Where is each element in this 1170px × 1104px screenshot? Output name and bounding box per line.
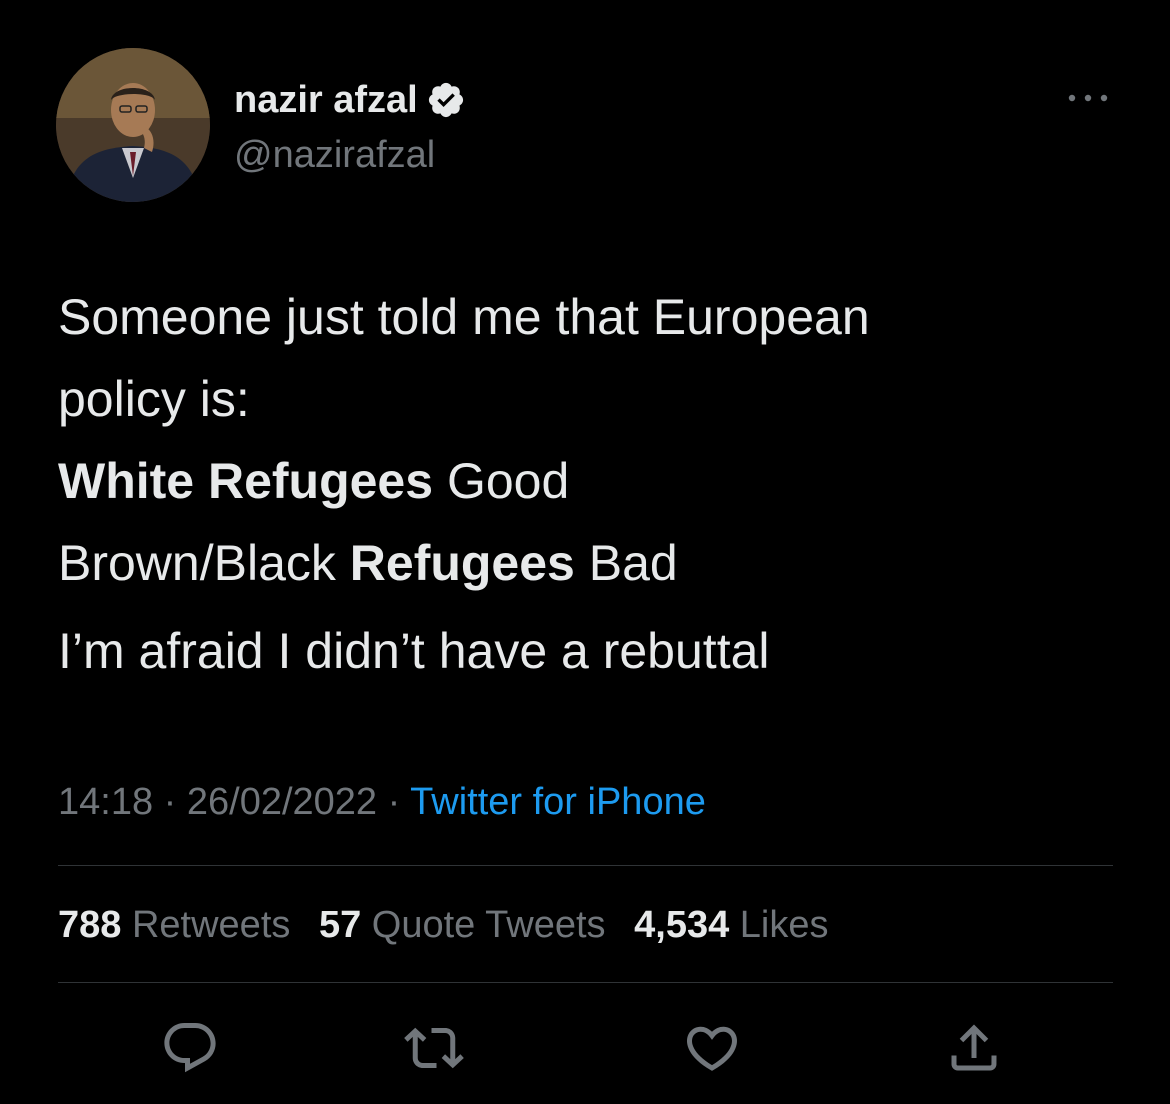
avatar-photo (56, 48, 210, 202)
tweet-line: policy is: (58, 358, 1118, 440)
likes-label: Likes (739, 904, 829, 946)
divider (58, 982, 1113, 983)
tweet-text-run: Brown/Black (58, 535, 350, 591)
tweet-line: I’m afraid I didn’t have a rebuttal (58, 610, 1118, 692)
tweet-text-run: I’m afraid I didn’t have a rebuttal (58, 623, 770, 679)
reply-icon (164, 1023, 216, 1073)
verified-badge-icon (426, 80, 466, 120)
avatar[interactable] (56, 48, 210, 202)
meta-separator: · (153, 781, 187, 823)
tweet-text-bold: Refugees (349, 535, 575, 591)
tweet-text: Someone just told me that European polic… (58, 276, 1118, 692)
handle[interactable]: @nazirafzal (234, 131, 435, 179)
tweet-text-bold: White Refugees (58, 453, 434, 509)
divider (58, 865, 1113, 866)
quote-tweets-stat[interactable]: 57 Quote Tweets (319, 904, 606, 946)
retweet-button[interactable] (404, 1018, 464, 1078)
share-icon (951, 1024, 997, 1071)
share-button[interactable] (944, 1018, 1004, 1078)
retweets-count: 788 (58, 904, 122, 946)
like-button[interactable] (682, 1018, 742, 1078)
retweets-stat[interactable]: 788 Retweets (58, 904, 290, 946)
like-icon (686, 1026, 738, 1071)
tweet-stats: 788 Retweets 57 Quote Tweets 4,534 Likes (58, 898, 847, 952)
likes-count: 4,534 (634, 904, 730, 946)
tweet-text-run: Bad (574, 535, 678, 591)
reply-button[interactable] (160, 1018, 220, 1078)
author-name-row[interactable]: nazir afzal (234, 74, 466, 126)
quote-tweets-count: 57 (318, 904, 362, 946)
tweet-line: White Refugees Good (58, 440, 1118, 522)
retweets-label: Retweets (131, 904, 291, 946)
meta-separator: · (377, 781, 411, 823)
tweet-line: Someone just told me that European (58, 276, 1118, 358)
tweet-meta: 14:18 · 26/02/2022 · Twitter for iPhone (58, 775, 706, 829)
likes-stat[interactable]: 4,534 Likes (634, 904, 828, 946)
tweet-line: Brown/Black Refugees Bad (58, 522, 1118, 604)
tweet-time[interactable]: 14:18 (58, 781, 153, 823)
tweet-source-link[interactable]: Twitter for iPhone (410, 781, 706, 823)
quote-tweets-label: Quote Tweets (371, 904, 606, 946)
more-options-icon[interactable] (1064, 88, 1112, 108)
tweet-text-run: Good (433, 453, 570, 509)
tweet-text-run: policy is: (58, 371, 250, 427)
tweet-text-run: Someone just told me that European (58, 289, 870, 345)
display-name[interactable]: nazir afzal (234, 74, 418, 126)
retweet-icon (404, 1027, 464, 1069)
tweet-date[interactable]: 26/02/2022 (187, 781, 377, 823)
